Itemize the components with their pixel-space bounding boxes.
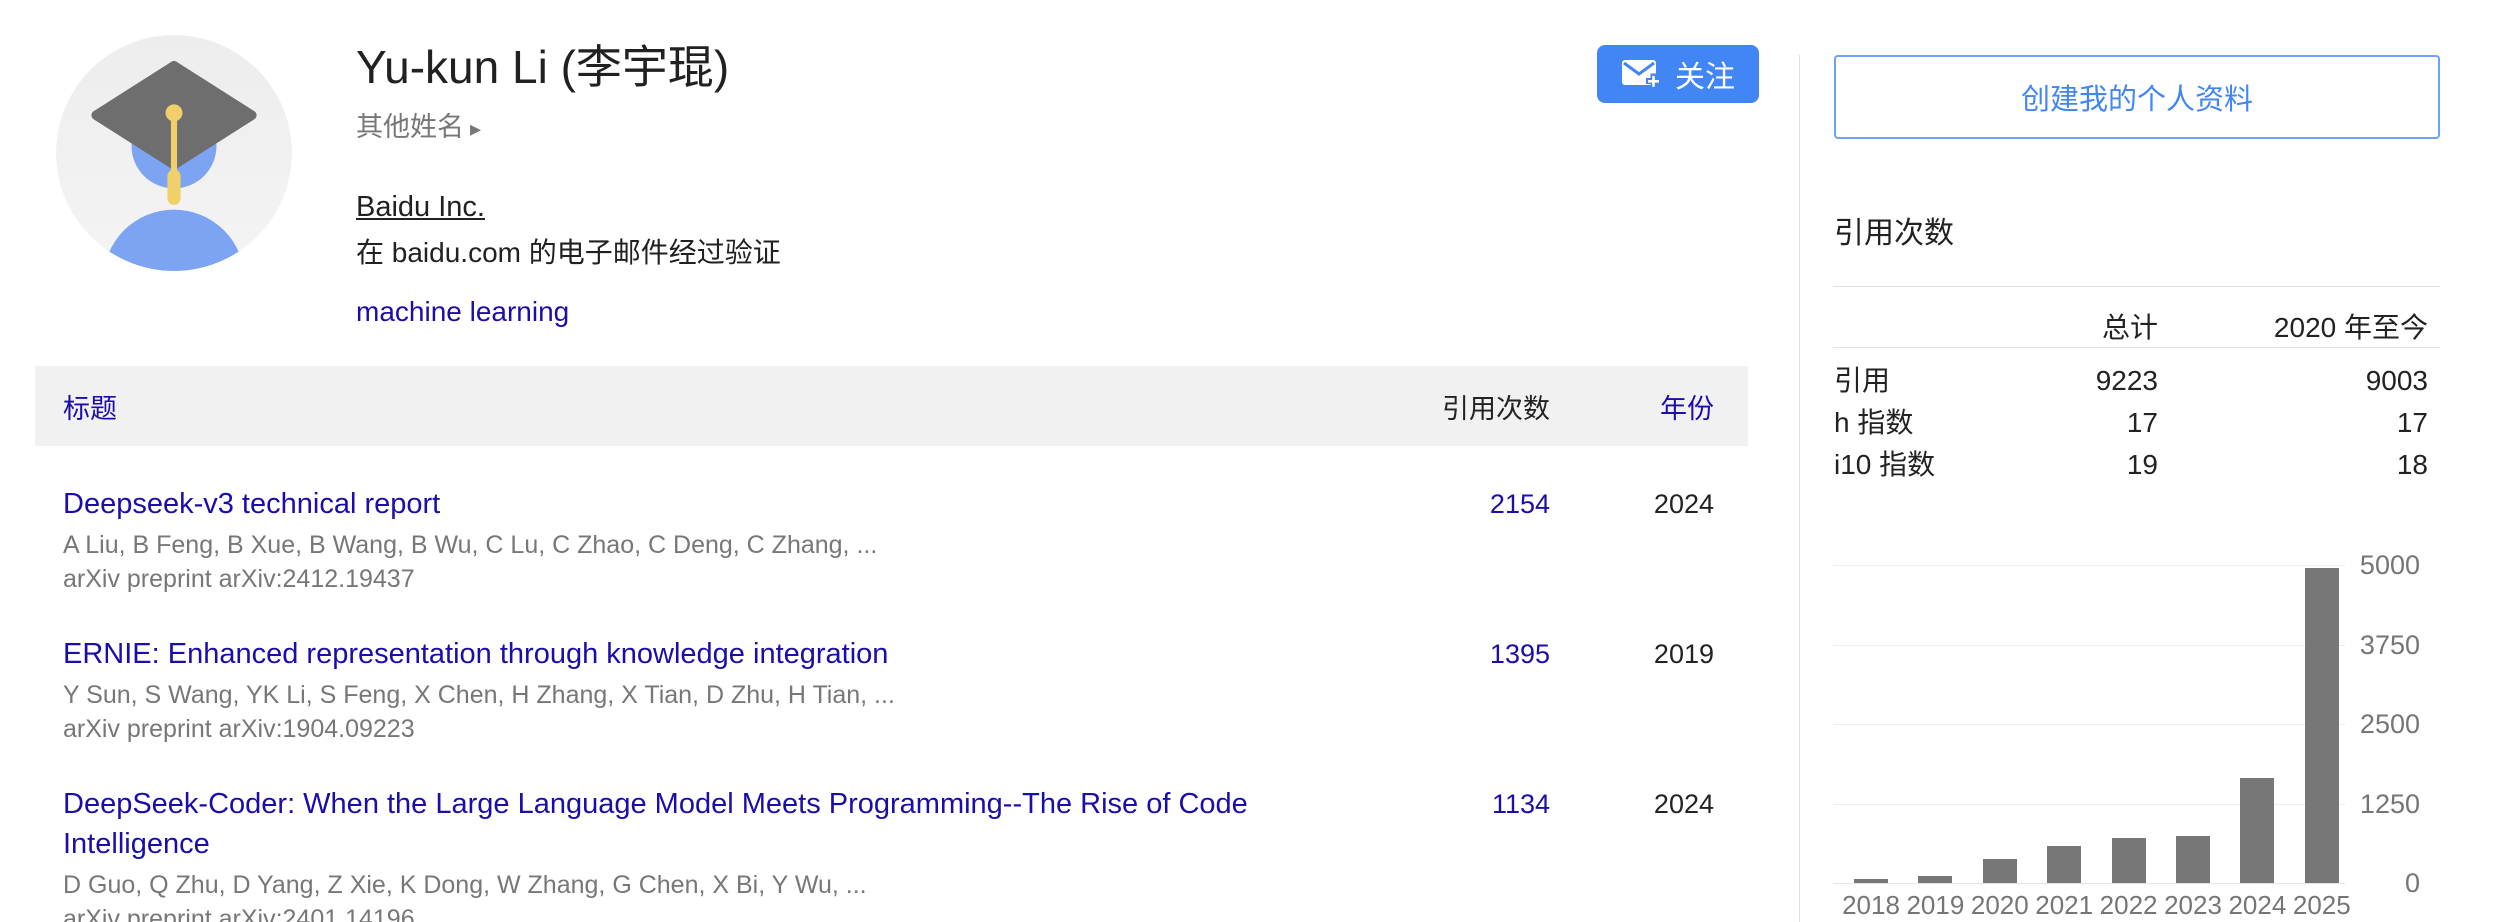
article-year: 2019 <box>1550 634 1714 674</box>
stat-label: i10 指数 <box>1834 444 1974 486</box>
chart-bar-2020[interactable] <box>1983 859 2017 883</box>
article-venue: arXiv preprint arXiv:1904.09223 <box>63 712 1380 746</box>
verified-email: 在 baidu.com 的电子邮件经过验证 <box>356 234 1556 272</box>
article-cited-by[interactable]: 2154 <box>1380 484 1550 524</box>
envelope-plus-icon <box>1621 57 1661 91</box>
col-header-since-2020: 2020 年至今 <box>2158 306 2428 346</box>
article-cited-by[interactable]: 1134 <box>1380 784 1550 824</box>
stat-total: 19 <box>1974 444 2158 486</box>
article-year: 2024 <box>1550 784 1714 824</box>
stat-row-i10-index: i10 指数 19 18 <box>1834 444 2428 486</box>
article-year: 2024 <box>1550 484 1714 524</box>
stat-row-h-index: h 指数 17 17 <box>1834 402 2428 444</box>
vertical-divider <box>1799 55 1800 922</box>
article-cited-by[interactable]: 1395 <box>1380 634 1550 674</box>
stat-since: 9003 <box>2158 360 2428 402</box>
chart-bar-2025[interactable] <box>2305 568 2339 883</box>
col-header-total: 总计 <box>1974 306 2158 346</box>
stat-row-citations: 引用 9223 9003 <box>1834 360 2428 402</box>
follow-button[interactable]: 关注 <box>1597 45 1759 103</box>
chart-bar-2022[interactable] <box>2112 838 2146 883</box>
article-venue: arXiv preprint arXiv:2412.19437 <box>63 562 1380 596</box>
affiliation: Baidu Inc. <box>356 188 1556 226</box>
citations-bar-chart: 0125025003750500020182019202020212022202… <box>1833 565 2345 883</box>
article-row: ERNIE: Enhanced representation through k… <box>35 596 1748 746</box>
profile-name: Yu-kun Li (李宇琨) <box>356 40 1556 94</box>
interest-link[interactable]: machine learning <box>356 296 569 327</box>
chart-bar-2021[interactable] <box>2047 846 2081 883</box>
article-venue: arXiv preprint arXiv:2401.14196 <box>63 902 1380 922</box>
articles-header: 标题 引用次数 年份 <box>35 366 1748 446</box>
stat-since: 17 <box>2158 402 2428 444</box>
other-names-label: 其他姓名 <box>356 112 464 142</box>
interests: machine learning <box>356 294 1556 330</box>
article-title[interactable]: ERNIE: Enhanced representation through k… <box>63 634 1380 674</box>
cited-by-column-headers: 总计 2020 年至今 <box>1834 306 2428 346</box>
create-profile-button[interactable]: 创建我的个人资料 <box>1834 55 2440 139</box>
article-row: Deepseek-v3 technical report A Liu, B Fe… <box>35 446 1748 596</box>
cited-by-heading: 引用次数 <box>1834 208 1954 252</box>
article-authors: Y Sun, S Wang, YK Li, S Feng, X Chen, H … <box>63 678 1380 712</box>
cited-by-stats: 引用 9223 9003 h 指数 17 17 i10 指数 19 18 <box>1834 360 2428 486</box>
affiliation-link[interactable]: Baidu Inc. <box>356 191 485 223</box>
chevron-right-icon: ▸ <box>470 116 481 141</box>
divider <box>1833 286 2440 287</box>
chart-bar-2024[interactable] <box>2240 778 2274 883</box>
other-names-toggle[interactable]: 其他姓名▸ <box>356 110 1556 146</box>
chart-xtick-label: 2025 <box>2277 890 2367 920</box>
chart-bar-2019[interactable] <box>1918 876 1952 883</box>
article-title[interactable]: DeepSeek-Coder: When the Large Language … <box>63 784 1380 864</box>
stat-label: h 指数 <box>1834 402 1974 444</box>
articles-table: 标题 引用次数 年份 Deepseek-v3 technical report … <box>35 366 1748 922</box>
default-scholar-avatar-icon <box>56 35 292 271</box>
stat-total: 9223 <box>1974 360 2158 402</box>
sort-by-title[interactable]: 标题 <box>35 387 1380 426</box>
scholar-profile-page: Yu-kun Li (李宇琨) 其他姓名▸ Baidu Inc. 在 baidu… <box>0 0 2498 922</box>
article-authors: D Guo, Q Zhu, D Yang, Z Xie, K Dong, W Z… <box>63 868 1380 902</box>
divider <box>1833 347 2440 348</box>
stat-label: 引用 <box>1834 360 1974 402</box>
stat-since: 18 <box>2158 444 2428 486</box>
sort-by-citations: 引用次数 <box>1380 387 1550 426</box>
chart-bar-2023[interactable] <box>2176 836 2210 883</box>
article-title[interactable]: Deepseek-v3 technical report <box>63 484 1380 524</box>
chart-bar-2018[interactable] <box>1854 879 1888 883</box>
article-authors: A Liu, B Feng, B Xue, B Wang, B Wu, C Lu… <box>63 528 1380 562</box>
follow-label: 关注 <box>1675 52 1735 96</box>
article-row: DeepSeek-Coder: When the Large Language … <box>35 746 1748 922</box>
profile-info: Yu-kun Li (李宇琨) 其他姓名▸ Baidu Inc. 在 baidu… <box>356 40 1556 330</box>
sort-by-year[interactable]: 年份 <box>1550 387 1714 426</box>
stat-total: 17 <box>1974 402 2158 444</box>
avatar <box>56 35 292 271</box>
